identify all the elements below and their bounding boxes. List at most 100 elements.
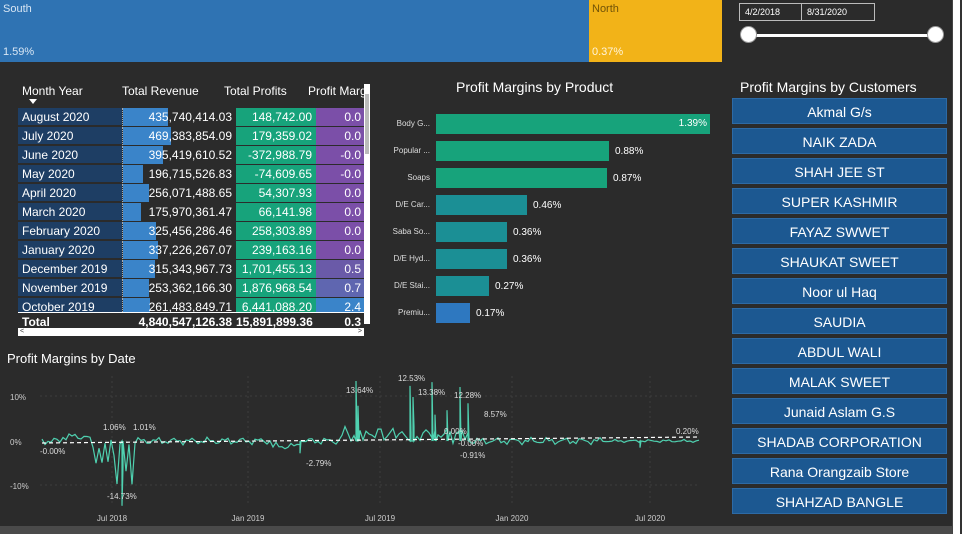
product-bar[interactable] — [436, 303, 470, 323]
table-row[interactable]: January 2020 337,226,267.07 239,163.16 0.0 — [18, 241, 364, 260]
matrix-horizontal-scrollbar[interactable]: < > — [18, 328, 364, 336]
table-row[interactable]: April 2020 256,071,488.65 54,307.93 0.0 — [18, 184, 364, 203]
product-bar[interactable] — [436, 141, 609, 161]
product-category-label: Premiu... — [397, 308, 430, 317]
cell-profits: 54,307.93 — [236, 184, 316, 202]
product-bar-chart: Body G... 1.39% Popular ... 0.88% Soaps 0.87%… — [380, 106, 720, 331]
cell-month: December 2019 — [18, 260, 122, 278]
cell-month: April 2020 — [18, 184, 122, 202]
table-row[interactable]: December 2019 315,343,967.73 1,701,455.13 0… — [18, 260, 364, 279]
customer-item[interactable]: Noor ul Haq — [732, 278, 947, 304]
cell-revenue: 337,226,267.07 — [122, 241, 236, 259]
slicer-end-handle[interactable] — [927, 26, 944, 43]
cell-revenue: 253,362,166.30 — [122, 279, 236, 297]
matrix-vertical-scrollbar[interactable] — [364, 84, 370, 324]
table-row[interactable]: March 2020 175,970,361.47 66,141.98 0.0 — [18, 203, 364, 222]
customer-item[interactable]: SUPER KASHMIR — [732, 188, 947, 214]
cell-profits: 66,141.98 — [236, 203, 316, 221]
header-profit-margins[interactable]: Profit Margins — [308, 84, 364, 98]
product-bar[interactable] — [436, 195, 527, 215]
product-category-label: D/E Car... — [395, 200, 430, 209]
cell-revenue: 256,071,488.65 — [122, 184, 236, 202]
date-data-label: -0.00% — [40, 447, 65, 456]
customer-item[interactable]: SHAH JEE ST — [732, 158, 947, 184]
cell-profits: -372,988.79 — [236, 146, 316, 164]
product-category-label: Popular ... — [393, 146, 430, 155]
cell-month: August 2020 — [18, 108, 122, 126]
header-total-profits[interactable]: Total Profits — [224, 84, 287, 98]
customer-item[interactable]: NAIK ZADA — [732, 128, 947, 154]
date-data-label: 1.06% — [103, 423, 126, 432]
date-line-chart: 10% 0% -10% Jul 2018 Jan 2019 Jul 2019 Jan 202… — [0, 366, 725, 530]
cell-revenue: 435,740,414.03 — [122, 108, 236, 126]
date-chart-svg: 10% 0% -10% Jul 2018 Jan 2019 Jul 2019 Jan 202… — [10, 374, 701, 523]
product-category-label: Soaps — [407, 173, 430, 182]
customer-item[interactable]: ABDUL WALI — [732, 338, 947, 364]
date-data-label: 0.00% — [444, 427, 467, 436]
date-data-label: -2.79% — [306, 459, 331, 468]
table-row[interactable]: November 2019 253,362,166.30 1,876,968.54 0… — [18, 279, 364, 298]
x-tick-label: Jan 2019 — [232, 514, 265, 523]
cell-profits: 239,163.16 — [236, 241, 316, 259]
table-row[interactable]: August 2020 435,740,414.03 148,742.00 0.0 — [18, 108, 364, 127]
customer-item[interactable]: MALAK SWEET — [732, 368, 947, 394]
cell-profits: 258,303.89 — [236, 222, 316, 240]
slicer-start-handle[interactable] — [740, 26, 757, 43]
table-row[interactable]: February 2020 325,456,286.46 258,303.89 0.0 — [18, 222, 364, 241]
cell-profits: 1,701,455.13 — [236, 260, 316, 278]
product-chart-title: Profit Margins by Product — [456, 79, 614, 95]
scroll-left-icon[interactable]: < — [20, 328, 24, 336]
cell-month: July 2020 — [18, 127, 122, 145]
slicer-end-date[interactable]: 8/31/2020 — [801, 3, 875, 21]
product-bar[interactable] — [436, 222, 507, 242]
customer-item[interactable]: SHAUKAT SWEET — [732, 248, 947, 274]
customer-item[interactable]: Junaid Aslam G.S — [732, 398, 947, 424]
customer-item[interactable]: SAUDIA — [732, 308, 947, 334]
page-scrollbar[interactable] — [952, 0, 962, 534]
product-data-label: 0.87% — [613, 173, 642, 184]
product-bar[interactable] — [436, 276, 489, 296]
date-series-line — [41, 380, 700, 506]
table-row[interactable]: May 2020 196,715,526.83 -74,609.65 -0.0 — [18, 165, 364, 184]
product-category-label: D/E Hyd... — [393, 254, 430, 263]
page-footer-strip — [0, 526, 952, 534]
product-bar[interactable] — [436, 168, 607, 188]
cell-profits: 1,876,968.54 — [236, 279, 316, 297]
customer-item[interactable]: SHAHZAD BANGLE — [732, 488, 947, 514]
product-category-label: Body G... — [396, 119, 430, 128]
customer-item[interactable]: Rana Orangzaib Store — [732, 458, 947, 484]
customer-item[interactable]: FAYAZ SWWET — [732, 218, 947, 244]
table-row[interactable]: July 2020 469,383,854.09 179,359.02 0.0 — [18, 127, 364, 146]
cell-revenue: 175,970,361.47 — [122, 203, 236, 221]
cell-revenue: 325,456,286.46 — [122, 222, 236, 240]
table-row[interactable]: June 2020 395,419,610.52 -372,988.79 -0.0 — [18, 146, 364, 165]
product-bar[interactable]: 1.39% — [436, 114, 710, 134]
revenue-matrix: Month Year Total Revenue Total Profits P… — [18, 84, 370, 340]
cell-revenue: 196,715,526.83 — [122, 165, 236, 183]
revenue-databar — [123, 279, 149, 297]
cell-margin: 0.0 — [316, 241, 364, 259]
date-chart-title: Profit Margins by Date — [7, 351, 136, 366]
header-month-year[interactable]: Month Year — [22, 84, 83, 98]
cell-profits: -74,609.65 — [236, 165, 316, 183]
sort-desc-icon[interactable] — [29, 99, 37, 104]
customer-item[interactable]: SHADAB CORPORATION — [732, 428, 947, 454]
revenue-databar — [123, 203, 141, 221]
treemap-tile-south[interactable]: South 1.59% — [0, 0, 589, 62]
x-tick-label: Jan 2020 — [496, 514, 529, 523]
product-bar[interactable] — [436, 249, 507, 269]
treemap-tile-north[interactable]: North 0.37% — [589, 0, 722, 62]
x-tick-label: Jul 2020 — [635, 514, 666, 523]
cell-margin: 0.7 — [316, 279, 364, 297]
cell-month: June 2020 — [18, 146, 122, 164]
date-data-label: 0.20% — [676, 427, 699, 436]
header-total-revenue[interactable]: Total Revenue — [122, 84, 199, 98]
product-category-label: Saba So... — [392, 227, 430, 236]
customer-item[interactable]: Akmal G/s — [732, 98, 947, 124]
x-tick-label: Jul 2018 — [97, 514, 128, 523]
scroll-right-icon[interactable]: > — [358, 328, 362, 336]
slicer-track[interactable] — [749, 34, 937, 37]
product-data-label: 0.36% — [513, 254, 542, 265]
slicer-start-date[interactable]: 4/2/2018 — [739, 3, 803, 21]
product-data-label: 1.39% — [678, 118, 707, 129]
